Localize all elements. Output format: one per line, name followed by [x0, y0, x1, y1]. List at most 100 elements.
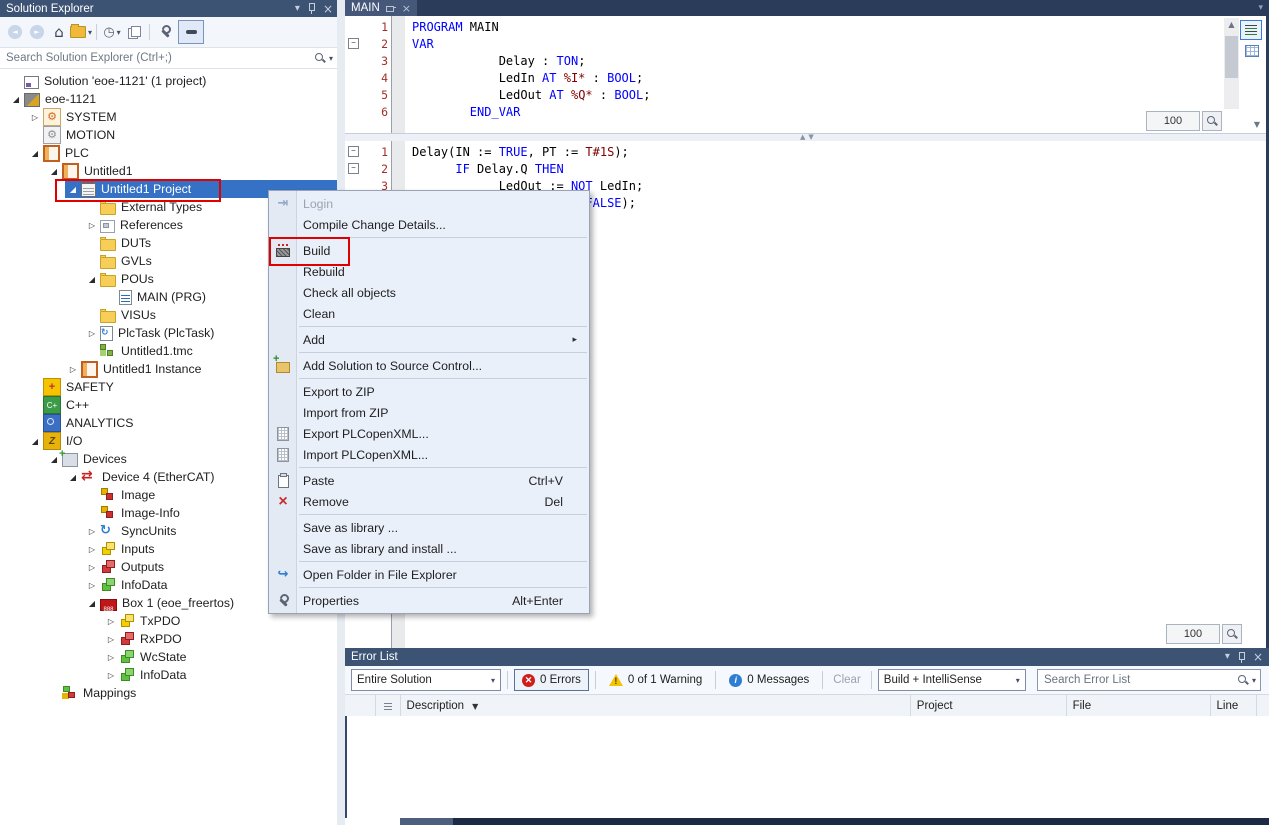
tree-item-mappings[interactable]: Mappings: [0, 684, 337, 702]
menu-item-properties[interactable]: PropertiesAlt+Enter: [269, 590, 589, 611]
tree-item-motion[interactable]: MOTION: [0, 126, 337, 144]
expander-closed-icon[interactable]: ▷: [84, 329, 100, 338]
menu-item-export-to-zip[interactable]: Export to ZIP: [269, 381, 589, 402]
tree-item-wcstate[interactable]: ▷WcState: [0, 648, 337, 666]
search-input[interactable]: [4, 49, 314, 67]
expander-closed-icon[interactable]: ▷: [103, 635, 119, 644]
menu-item-import-plcopenxml[interactable]: Import PLCopenXML...: [269, 444, 589, 465]
tree-item-solution-eoe-1121-1-project[interactable]: Solution 'eoe-1121' (1 project): [0, 72, 337, 90]
expander-closed-icon[interactable]: ▷: [103, 617, 119, 626]
menu-item-rebuild[interactable]: Rebuild: [269, 261, 589, 282]
history-filter-icon[interactable]: ◷▾: [101, 21, 123, 43]
column-line[interactable]: Line: [1211, 695, 1257, 717]
horizontal-scrollbar[interactable]: [400, 818, 1269, 825]
menu-item-add-solution-to-source-control[interactable]: Add Solution to Source Control...: [269, 355, 589, 376]
tree-item-system[interactable]: ▷SYSTEM: [0, 108, 337, 126]
tab-close-icon[interactable]: ×: [402, 3, 411, 14]
fold-collapse-icon[interactable]: −: [348, 38, 359, 49]
forward-icon[interactable]: ►: [26, 21, 48, 43]
menu-item-check-all-objects[interactable]: Check all objects: [269, 282, 589, 303]
search-options-caret-icon[interactable]: ▾: [329, 54, 333, 63]
pin-icon[interactable]: [1237, 652, 1246, 663]
splitter-handle-icon[interactable]: ▲▼: [800, 134, 817, 141]
menu-item-save-as-library[interactable]: Save as library ...: [269, 517, 589, 538]
expander-closed-icon[interactable]: ▷: [84, 221, 100, 230]
text-view-icon[interactable]: [1240, 20, 1262, 40]
tab-pin-icon[interactable]: [386, 4, 396, 12]
scroll-thumb[interactable]: [400, 818, 453, 825]
declaration-pane[interactable]: 1PROGRAM MAIN−2VAR3 Delay : TON;4 LedIn …: [345, 16, 1266, 133]
code-line[interactable]: 3 Delay : TON;: [345, 52, 1236, 69]
declaration-code[interactable]: 1PROGRAM MAIN−2VAR3 Delay : TON;4 LedIn …: [345, 18, 1236, 120]
menu-item-export-plcopenxml[interactable]: Export PLCopenXML...: [269, 423, 589, 444]
search-icon[interactable]: [314, 52, 327, 65]
collapse-all-icon[interactable]: ▾: [70, 21, 92, 43]
zoom-magnifier-icon[interactable]: [1202, 111, 1222, 131]
scope-dropdown[interactable]: Entire Solution ▾: [351, 669, 501, 691]
tree-item-plc[interactable]: ◢PLC: [0, 144, 337, 162]
code-line[interactable]: 1PROGRAM MAIN: [345, 18, 1236, 35]
column-file[interactable]: File: [1067, 695, 1211, 717]
expander-closed-icon[interactable]: ▷: [27, 113, 43, 122]
tree-item-infodata[interactable]: ▷InfoData: [0, 666, 337, 684]
tree-item-untitled1[interactable]: ◢Untitled1: [0, 162, 337, 180]
fold-collapse-icon[interactable]: −: [348, 163, 359, 174]
home-icon[interactable]: ⌂: [48, 21, 70, 43]
code-line[interactable]: 6 END_VAR: [345, 103, 1236, 120]
menu-item-clean[interactable]: Clean: [269, 303, 589, 324]
window-position-caret-icon[interactable]: ▾: [1225, 652, 1230, 662]
expander-closed-icon[interactable]: ▷: [84, 527, 100, 536]
warnings-filter-button[interactable]: 0 of 1 Warning: [602, 670, 709, 690]
menu-item-compile-change-details[interactable]: Compile Change Details...: [269, 214, 589, 235]
menu-item-open-folder-in-file-explorer[interactable]: ↪Open Folder in File Explorer: [269, 564, 589, 585]
expander-open-icon[interactable]: ◢: [27, 149, 43, 158]
column-description[interactable]: Description▼: [401, 695, 911, 717]
expander-open-icon[interactable]: ◢: [65, 473, 81, 482]
default-order-icon[interactable]: [376, 695, 401, 717]
search-options-caret-icon[interactable]: ▾: [1252, 676, 1256, 685]
clear-button[interactable]: Clear: [829, 674, 864, 686]
properties-wrench-icon[interactable]: [154, 21, 176, 43]
expander-open-icon[interactable]: ◢: [84, 599, 100, 608]
expander-closed-icon[interactable]: ▷: [84, 563, 100, 572]
code-line[interactable]: −2VAR: [345, 35, 1236, 52]
zoom-level-input[interactable]: [1166, 624, 1220, 644]
back-icon[interactable]: ◄: [4, 21, 26, 43]
expander-open-icon[interactable]: ◢: [65, 185, 81, 194]
preview-selected-items-toggle[interactable]: [178, 20, 204, 44]
search-icon[interactable]: [1237, 674, 1250, 687]
expander-open-icon[interactable]: ◢: [46, 167, 62, 176]
expander-open-icon[interactable]: ◢: [8, 95, 24, 104]
menu-item-add[interactable]: Add▸: [269, 329, 589, 350]
menu-item-build[interactable]: Build: [269, 240, 589, 261]
window-position-caret-icon[interactable]: ▾: [295, 4, 300, 14]
vertical-scrollbar[interactable]: ▲: [1224, 18, 1239, 109]
expander-closed-icon[interactable]: ▷: [84, 545, 100, 554]
code-line[interactable]: −2 IF Delay.Q THEN: [345, 160, 1236, 177]
error-list-body[interactable]: [345, 716, 1269, 818]
scroll-up-icon[interactable]: ▲: [1224, 18, 1239, 32]
scroll-down-icon[interactable]: ▼: [1254, 120, 1260, 129]
expander-closed-icon[interactable]: ▷: [84, 581, 100, 590]
errors-filter-button[interactable]: ✕ 0 Errors: [514, 669, 589, 691]
tab-main[interactable]: MAIN ×: [345, 0, 417, 16]
tree-item-txpdo[interactable]: ▷TxPDO: [0, 612, 337, 630]
messages-filter-button[interactable]: i 0 Messages: [722, 670, 816, 690]
code-line[interactable]: 4 LedIn AT %I* : BOOL;: [345, 69, 1236, 86]
menu-item-login[interactable]: ⇥Login: [269, 193, 589, 214]
scroll-thumb[interactable]: [1225, 36, 1238, 78]
expander-open-icon[interactable]: ◢: [27, 437, 43, 446]
expander-closed-icon[interactable]: ▷: [103, 653, 119, 662]
fold-collapse-icon[interactable]: −: [348, 146, 359, 157]
expander-closed-icon[interactable]: ▷: [103, 671, 119, 680]
sync-with-active-document-icon[interactable]: [123, 21, 145, 43]
menu-item-remove[interactable]: ×RemoveDel: [269, 491, 589, 512]
close-icon[interactable]: ×: [323, 3, 333, 15]
tree-item-rxpdo[interactable]: ▷RxPDO: [0, 630, 337, 648]
table-view-icon[interactable]: [1242, 42, 1262, 60]
code-line[interactable]: 5 LedOut AT %Q* : BOOL;: [345, 86, 1236, 103]
expander-open-icon[interactable]: ◢: [84, 275, 100, 284]
expander-closed-icon[interactable]: ▷: [65, 365, 81, 374]
zoom-magnifier-icon[interactable]: [1222, 624, 1242, 644]
code-line[interactable]: −1Delay(IN := TRUE, PT := T#1S);: [345, 143, 1236, 160]
